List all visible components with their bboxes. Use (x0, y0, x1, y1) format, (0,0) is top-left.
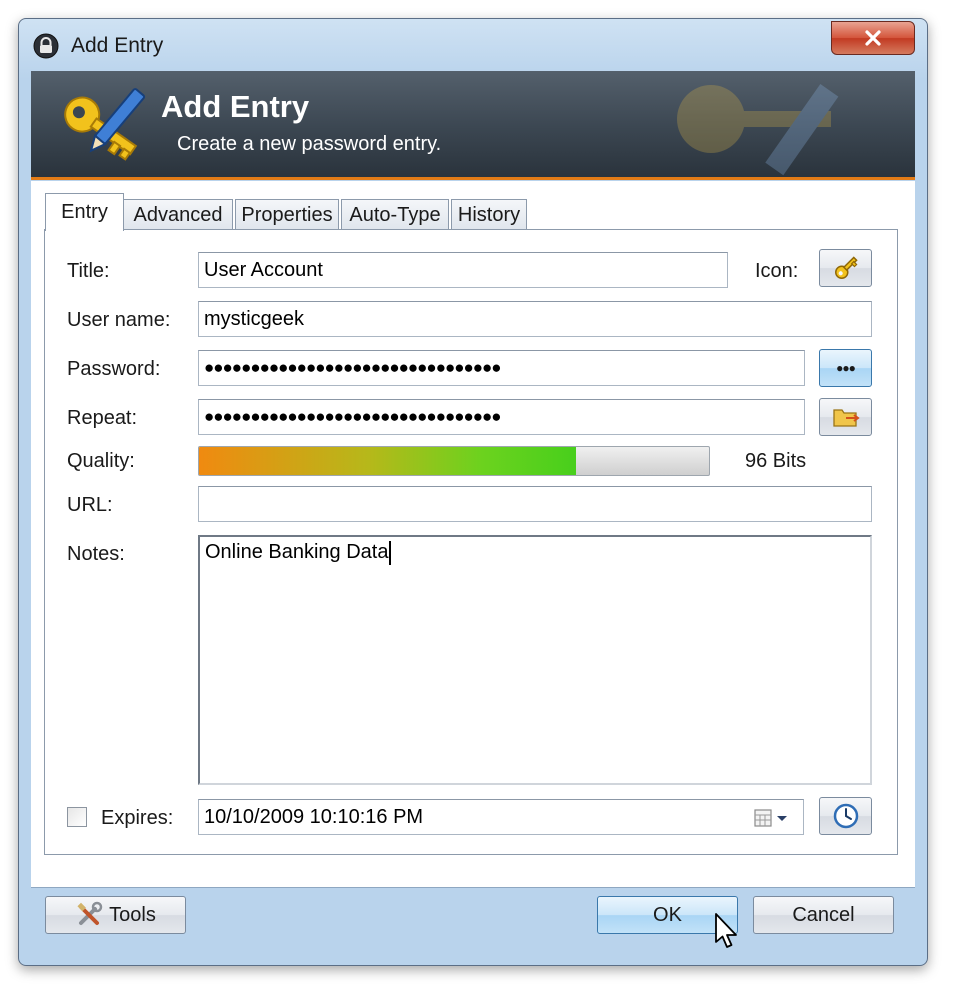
expiry-presets-button[interactable] (819, 797, 872, 835)
banner-subtitle: Create a new password entry. (177, 133, 442, 155)
header-banner: Add Entry Create a new password entry. (31, 71, 915, 180)
clock-icon (833, 803, 858, 829)
icon-label: Icon: (755, 260, 799, 282)
toggle-password-visibility-button[interactable]: ●●● (819, 349, 872, 387)
banner-watermark-icon (631, 71, 861, 177)
close-icon (865, 30, 881, 46)
banner-title: Add Entry (161, 89, 310, 124)
notes-textarea[interactable]: Online Banking Data (198, 535, 872, 785)
quality-bar (198, 446, 710, 476)
tools-icon (77, 901, 103, 925)
key-icon (834, 256, 858, 279)
title-input[interactable]: User Account (198, 252, 728, 288)
expires-label: Expires: (101, 807, 174, 829)
notes-text: Online Banking Data (205, 541, 389, 563)
mouse-pointer-icon (714, 912, 740, 957)
url-label: URL: (67, 494, 113, 516)
expiry-date-text: 10/10/2009 10:10:16 PM (204, 805, 424, 828)
password-label: Password: (67, 358, 161, 380)
calendar-dropdown-icon[interactable] (753, 808, 793, 834)
expires-checkbox[interactable] (67, 807, 87, 827)
expiry-date-picker[interactable]: 10/10/2009 10:10:16 PM (198, 799, 804, 835)
tab-advanced[interactable]: Advanced (123, 199, 233, 231)
quality-bar-fill (199, 447, 577, 475)
text-cursor (389, 541, 392, 565)
footer-divider (31, 887, 915, 888)
tab-history[interactable]: History (451, 199, 527, 231)
repeat-password-input[interactable]: ●●●●●●●●●●●●●●●●●●●●●●●●●●●●●●●● (198, 399, 805, 435)
notes-label-text: Notes: (67, 543, 125, 565)
url-input[interactable] (198, 486, 872, 522)
tools-button-label: Tools (109, 903, 156, 926)
lock-icon (33, 33, 59, 59)
tab-entry[interactable]: Entry (45, 193, 124, 231)
entry-tab-panel: Title: User Account Icon: User name: mys… (44, 229, 898, 855)
close-button[interactable] (831, 21, 915, 55)
tools-button[interactable]: Tools (45, 896, 186, 934)
tab-auto-type[interactable]: Auto-Type (341, 199, 449, 231)
repeat-label: Repeat: (67, 407, 138, 429)
username-label: User name: (67, 309, 171, 331)
quality-label: Quality: (67, 450, 135, 472)
username-input[interactable]: mysticgeek (198, 301, 872, 337)
password-generator-button[interactable] (819, 398, 872, 436)
add-entry-dialog: Add Entry Add Entry Create a new passwor… (18, 18, 928, 966)
notes-label: Notes: (67, 543, 125, 566)
title-label: Title: (67, 260, 110, 282)
tab-properties[interactable]: Properties (235, 199, 339, 231)
window-title: Add Entry (71, 34, 164, 57)
content-area: Entry Advanced Properties Auto-Type Hist… (31, 181, 915, 887)
cancel-button[interactable]: Cancel (753, 896, 894, 934)
password-input[interactable]: ●●●●●●●●●●●●●●●●●●●●●●●●●●●●●●●● (198, 350, 805, 386)
quality-bits-text: 96 Bits (745, 450, 807, 472)
generate-password-icon (832, 409, 860, 427)
icon-picker-button[interactable] (819, 249, 872, 287)
key-pen-icon (51, 83, 151, 169)
